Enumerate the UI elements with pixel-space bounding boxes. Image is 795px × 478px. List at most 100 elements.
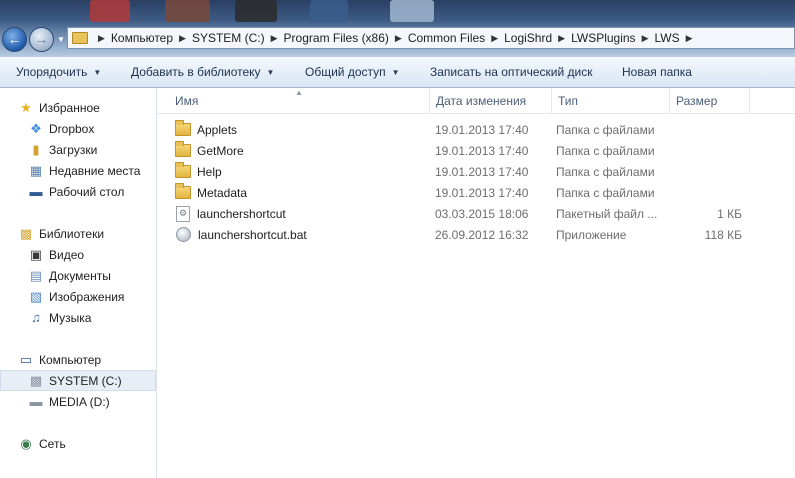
recent-places-icon: ▦ <box>29 162 43 178</box>
sidebar-computer[interactable]: ▭ Компьютер <box>18 349 156 370</box>
chevron-right-icon[interactable]: ▶ <box>642 33 649 44</box>
file-size: 1 КБ <box>717 206 742 221</box>
new-folder-button[interactable]: Новая папка <box>622 57 692 87</box>
share-label: Общий доступ <box>305 65 386 79</box>
file-type: Папка с файлами <box>556 185 655 200</box>
sidebar-item-downloads[interactable]: ▮ Загрузки <box>28 139 156 160</box>
folder-icon <box>175 183 191 199</box>
sidebar-item-desktop[interactable]: ▬ Рабочий стол <box>28 181 156 202</box>
sidebar-libraries[interactable]: ▩ Библиотеки <box>18 223 156 244</box>
add-to-library-label: Добавить в библиотеку <box>131 65 261 79</box>
sidebar-network[interactable]: ◉ Сеть <box>18 433 156 454</box>
arrow-right-icon: → <box>34 31 49 47</box>
taskbar-thumbnail <box>310 0 348 22</box>
chevron-right-icon[interactable]: ▶ <box>98 33 105 44</box>
chevron-right-icon[interactable]: ▶ <box>395 33 402 44</box>
file-size <box>672 140 742 161</box>
file-name: launchershortcut <box>197 206 286 221</box>
drive-icon: ▩ <box>29 372 43 388</box>
file-date: 19.01.2013 17:40 <box>435 164 529 179</box>
forward-button[interactable]: → <box>29 26 54 52</box>
chevron-right-icon[interactable]: ▶ <box>558 33 565 44</box>
sidebar-item-recent-places[interactable]: ▦ Недавние места <box>28 160 156 181</box>
share-button[interactable]: Общий доступ ▼ <box>305 57 400 87</box>
taskbar-thumbnail <box>165 0 210 22</box>
breadcrumb-program-files[interactable]: Program Files (x86) <box>284 31 389 45</box>
sidebar-item-pictures[interactable]: ▧ Изображения <box>28 286 156 307</box>
column-header-date[interactable]: Дата изменения <box>430 88 552 114</box>
navigation-buttons: ← → ▼ <box>2 26 65 52</box>
taskbar-thumbnail <box>90 0 130 22</box>
chevron-right-icon[interactable]: ▶ <box>491 33 498 44</box>
file-size <box>672 119 742 140</box>
chevron-right-icon[interactable]: ▶ <box>179 33 186 44</box>
file-type: Папка с файлами <box>556 122 655 137</box>
sidebar-item-media-drive[interactable]: ▬ MEDIA (D:) <box>28 391 156 412</box>
add-to-library-button[interactable]: Добавить в библиотеку ▼ <box>131 57 274 87</box>
file-size <box>672 161 742 182</box>
arrow-left-icon: ← <box>7 31 22 47</box>
sidebar-item-music[interactable]: ♫ Музыка <box>28 307 156 328</box>
burn-label: Записать на оптический диск <box>430 65 593 79</box>
chevron-right-icon[interactable]: ▶ <box>271 33 278 44</box>
chevron-right-icon[interactable]: ▶ <box>686 33 693 44</box>
table-row[interactable]: Applets 19.01.2013 17:40 Папка с файлами <box>157 119 795 140</box>
file-date: 26.09.2012 16:32 <box>435 227 529 242</box>
sidebar-favorites[interactable]: ★ Избранное <box>18 97 156 118</box>
table-row[interactable]: Metadata 19.01.2013 17:40 Папка с файлам… <box>157 182 795 203</box>
breadcrumb-lws[interactable]: LWS <box>654 31 679 45</box>
pictures-icon: ▧ <box>29 288 43 304</box>
table-row[interactable]: launchershortcut.bat 26.09.2012 16:32 Пр… <box>157 224 795 245</box>
file-type: Папка с файлами <box>556 143 655 158</box>
documents-icon: ▤ <box>29 267 43 283</box>
column-header-size[interactable]: Размер <box>670 88 750 114</box>
batch-file-icon: ⚙ <box>176 205 190 222</box>
table-row[interactable]: GetMore 19.01.2013 17:40 Папка с файлами <box>157 140 795 161</box>
sidebar-item-dropbox[interactable]: ❖ Dropbox <box>28 118 156 139</box>
column-headers: Имя ▲ Дата изменения Тип Размер <box>157 88 795 114</box>
breadcrumb-logishrd[interactable]: LogiShrd <box>504 31 552 45</box>
star-icon: ★ <box>20 99 32 115</box>
sidebar-item-system-drive[interactable]: ▩ SYSTEM (C:) <box>0 370 156 391</box>
breadcrumb-computer[interactable]: Компьютер <box>111 31 173 45</box>
sidebar-item-documents[interactable]: ▤ Документы <box>28 265 156 286</box>
file-name: Metadata <box>197 185 248 200</box>
folder-icon <box>175 162 191 178</box>
back-button[interactable]: ← <box>2 26 27 52</box>
sort-ascending-icon: ▲ <box>295 88 303 97</box>
file-date: 03.03.2015 18:06 <box>435 206 529 221</box>
new-folder-label: Новая папка <box>622 65 692 79</box>
file-date: 19.01.2013 17:40 <box>435 143 529 158</box>
breadcrumb-common-files[interactable]: Common Files <box>408 31 485 45</box>
file-date: 19.01.2013 17:40 <box>435 122 529 137</box>
table-row[interactable]: Help 19.01.2013 17:40 Папка с файлами <box>157 161 795 182</box>
file-size <box>672 182 742 203</box>
column-header-type[interactable]: Тип <box>552 88 670 114</box>
command-toolbar: Упорядочить ▼ Добавить в библиотеку ▼ Об… <box>0 57 795 88</box>
file-name: Help <box>197 164 222 179</box>
sidebar-item-videos[interactable]: ▣ Видео <box>28 244 156 265</box>
computer-icon: ▭ <box>19 351 33 367</box>
dropbox-icon: ❖ <box>30 120 42 136</box>
chevron-down-icon: ▼ <box>93 67 102 77</box>
taskbar-thumbnail <box>235 0 277 22</box>
desktop-icon: ▬ <box>29 184 43 199</box>
file-type: Пакетный файл ... <box>556 206 658 221</box>
organize-label: Упорядочить <box>16 65 88 79</box>
file-name: GetMore <box>197 143 244 158</box>
file-size: 118 КБ <box>704 227 742 242</box>
breadcrumb-system-drive[interactable]: SYSTEM (C:) <box>192 31 265 45</box>
chevron-down-icon: ▼ <box>391 67 400 77</box>
burn-button[interactable]: Записать на оптический диск <box>430 57 593 87</box>
history-dropdown-icon[interactable]: ▼ <box>57 35 65 44</box>
folder-icon <box>175 120 191 136</box>
chevron-down-icon: ▼ <box>266 67 275 77</box>
file-name: Applets <box>197 122 238 137</box>
breadcrumb-lwsplugins[interactable]: LWSPlugins <box>571 31 635 45</box>
file-name: launchershortcut.bat <box>198 227 307 242</box>
organize-button[interactable]: Упорядочить ▼ <box>16 57 101 87</box>
libraries-icon: ▩ <box>19 225 33 241</box>
table-row[interactable]: ⚙ launchershortcut 03.03.2015 18:06 Паке… <box>157 203 795 224</box>
downloads-icon: ▮ <box>32 141 40 157</box>
address-bar[interactable]: ▶ Компьютер ▶ SYSTEM (C:) ▶ Program File… <box>67 27 795 49</box>
